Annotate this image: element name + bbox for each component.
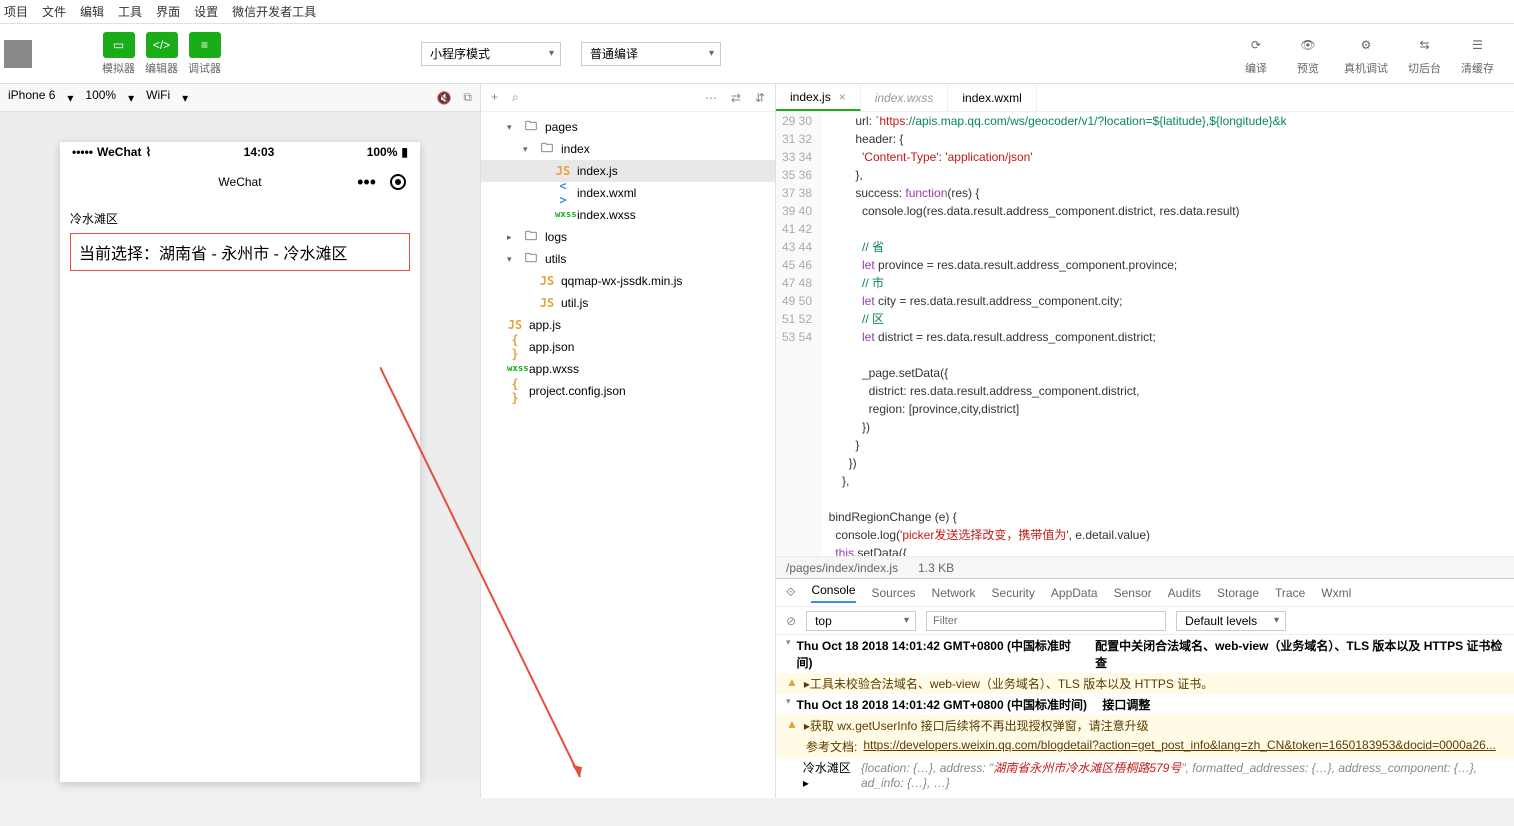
devtools-tab-network[interactable]: Network [932,586,976,600]
compile-button[interactable]: ⟳编译 [1240,32,1272,76]
mute-icon[interactable]: 🔇 [436,91,451,105]
devtools-tab-storage[interactable]: Storage [1217,586,1259,600]
file-index.wxml[interactable]: < >index.wxml [481,182,775,204]
devtools-tab-security[interactable]: Security [992,586,1035,600]
file-app.json[interactable]: { }app.json [481,336,775,358]
console-log[interactable]: ▾Thu Oct 18 2018 14:01:42 GMT+0800 (中国标准… [776,635,1514,798]
debugger-button[interactable]: ≡调试器 [188,32,221,76]
devtools-tab-sources[interactable]: Sources [872,586,916,600]
region-picker[interactable]: 当前选择：湖南省 - 永州市 - 冷水滩区 [70,233,410,271]
status-bar: /pages/index/index.js1.3 KB [776,556,1514,578]
devtools-tab-trace[interactable]: Trace [1275,586,1305,600]
file-util.js[interactable]: JSutil.js [481,292,775,314]
tab-index.js[interactable]: index.js× [776,84,861,111]
menu-项目[interactable]: 项目 [4,3,28,20]
file-app.js[interactable]: JSapp.js [481,314,775,336]
devtools-tab-wxml[interactable]: Wxml [1321,586,1351,600]
network-select[interactable]: WiFi [146,88,170,108]
editor-button[interactable]: </>编辑器 [145,32,178,76]
filter-input[interactable] [926,611,1166,631]
menu-工具[interactable]: 工具 [118,3,142,20]
background-button[interactable]: ⇆切后台 [1408,32,1441,76]
toolbar: ▭模拟器 </>编辑器 ≡调试器 小程序模式 普通编译 ⟳编译 👁预览 ⚙真机调… [0,24,1514,84]
devtools: ⟐ Console Sources Network Security AppData Se… [776,578,1514,798]
settings-icon[interactable]: ⇄ [731,91,741,105]
device-select[interactable]: iPhone 6 [8,88,55,108]
file-utils[interactable]: ▾utils [481,248,775,270]
phone-navbar: WeChat ••• [60,162,420,202]
preview-button[interactable]: 👁预览 [1292,32,1324,76]
file-logs[interactable]: ▸logs [481,226,775,248]
search-icon[interactable]: ⌕ [512,90,519,105]
file-pages[interactable]: ▾pages [481,116,775,138]
menu-dots-icon[interactable]: ••• [357,172,376,193]
file-index.wxss[interactable]: wxssindex.wxss [481,204,775,226]
district-text: 冷水滩区 [70,210,410,227]
phone-frame: •••••WeChat⌇ 14:03 100%▮ WeChat ••• 冷水滩区… [60,142,420,782]
simulator-button[interactable]: ▭模拟器 [102,32,135,76]
line-gutter: 29 30 31 32 33 34 35 36 37 38 39 40 41 4… [776,112,822,556]
file-qqmap-wx-jssdk.min.js[interactable]: JSqqmap-wx-jssdk.min.js [481,270,775,292]
simulator-panel: •••••WeChat⌇ 14:03 100%▮ WeChat ••• 冷水滩区… [0,112,480,782]
menu-微信开发者工具[interactable]: 微信开发者工具 [232,3,316,20]
inspect-icon[interactable]: ⟐ [786,585,795,600]
phone-statusbar: •••••WeChat⌇ 14:03 100%▮ [60,142,420,162]
clear-console-icon[interactable]: ⊘ [786,614,796,628]
avatar[interactable] [4,40,32,68]
remote-button[interactable]: ⚙真机调试 [1344,32,1388,76]
levels-select[interactable]: Default levels [1176,611,1286,631]
wifi-icon: ⌇ [145,145,151,159]
menubar: 项目文件编辑工具界面设置微信开发者工具 [0,0,1514,24]
tab-index.wxml[interactable]: index.wxml [948,84,1036,111]
target-icon[interactable] [390,174,406,190]
editor-panel: index.js×index.wxssindex.wxml 29 30 31 3… [776,84,1514,798]
detach-icon[interactable]: ⧉ [463,90,472,105]
file-project.config.json[interactable]: { }project.config.json [481,380,775,402]
add-icon[interactable]: + [491,90,498,105]
file-explorer: + ⌕ ⋯ ⇄ ⇵ ▾pages▾indexJSindex.js< >index… [480,84,776,798]
context-select[interactable]: top [806,611,916,631]
zoom-select[interactable]: 100% [85,88,116,108]
battery-icon: ▮ [401,145,408,159]
file-index.js[interactable]: JSindex.js [481,160,775,182]
compile-select[interactable]: 普通编译 [581,42,721,66]
collapse-icon[interactable]: ⇵ [755,91,765,105]
menu-编辑[interactable]: 编辑 [80,3,104,20]
close-icon[interactable]: × [839,90,846,104]
simulator-bar: iPhone 6▾ 100%▾ WiFi▾ 🔇 ⧉ [0,84,480,112]
menu-设置[interactable]: 设置 [194,3,218,20]
file-index[interactable]: ▾index [481,138,775,160]
devtools-tab-sensor[interactable]: Sensor [1114,586,1152,600]
devtools-tab-audits[interactable]: Audits [1168,586,1201,600]
devtools-tab-console[interactable]: Console [811,583,855,603]
menu-文件[interactable]: 文件 [42,3,66,20]
devtools-tab-appdata[interactable]: AppData [1051,586,1098,600]
file-app.wxss[interactable]: wxssapp.wxss [481,358,775,380]
menu-界面[interactable]: 界面 [156,3,180,20]
page-title: WeChat [218,175,261,189]
code-content[interactable]: url: `https://apis.map.qq.com/ws/geocode… [822,112,1514,556]
editor-tabs: index.js×index.wxssindex.wxml [776,84,1514,112]
tab-index.wxss[interactable]: index.wxss [861,84,949,111]
mode-select[interactable]: 小程序模式 [421,42,561,66]
more-icon[interactable]: ⋯ [705,91,717,105]
clear-button[interactable]: ☰清缓存 [1461,32,1494,76]
